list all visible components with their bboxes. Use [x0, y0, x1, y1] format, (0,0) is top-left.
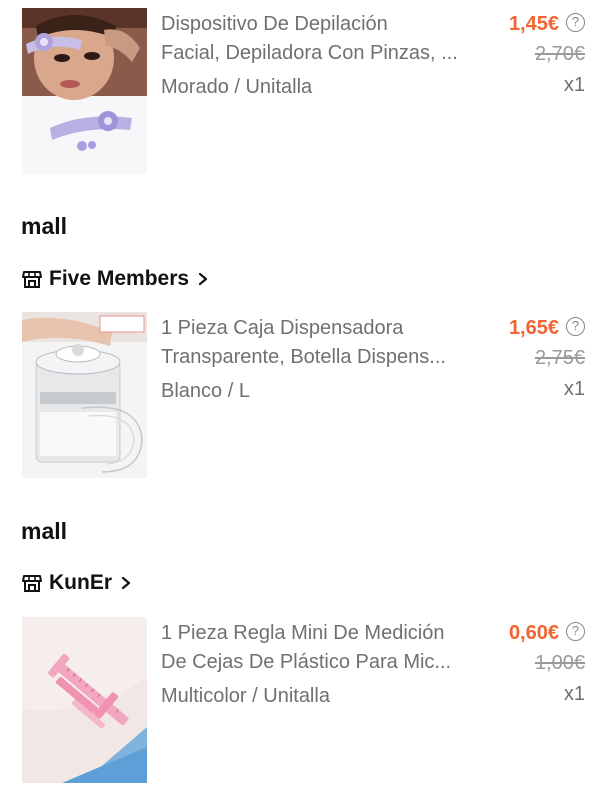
product-title-line: Facial, Depiladora Con Pinzas, ...	[161, 42, 458, 64]
product-variant: Multicolor / Unitalla	[161, 685, 330, 707]
product-quantity: x1	[563, 378, 585, 400]
product-image[interactable]	[22, 8, 147, 174]
section-label: mall	[21, 213, 68, 239]
product-title[interactable]: 1 Pieza Caja Dispensadora Transparente, …	[161, 314, 486, 372]
store-link[interactable]: Five Members	[22, 265, 208, 293]
product-item[interactable]: Dispositivo De Depilación Facial, Depila…	[0, 8, 607, 174]
product-variant: Morado / Unitalla	[161, 76, 313, 98]
product-title-line: 1 Pieza Caja Dispensadora	[161, 317, 404, 339]
product-title-line: 1 Pieza Regla Mini De Medición	[161, 622, 445, 644]
store-icon	[22, 271, 42, 288]
store-link[interactable]: KunEr	[22, 569, 131, 597]
product-original-price: 2,70€	[534, 43, 585, 65]
product-title-line: Dispositivo De Depilación	[161, 13, 388, 35]
product-price: 1,65€	[508, 317, 559, 339]
store-name: KunEr	[49, 571, 112, 594]
product-title-line: Transparente, Botella Dispens...	[161, 346, 446, 368]
product-title[interactable]: Dispositivo De Depilación Facial, Depila…	[161, 10, 486, 68]
facial-epilator-image	[22, 8, 147, 174]
chevron-right-icon	[121, 576, 131, 590]
product-quantity: x1	[563, 74, 585, 96]
product-item[interactable]: 1 Pieza Caja Dispensadora Transparente, …	[0, 312, 607, 478]
store-name: Five Members	[49, 267, 190, 290]
eyebrow-ruler-image	[22, 617, 147, 783]
price-help-icon[interactable]: ?	[566, 13, 585, 32]
product-price: 1,45€	[508, 13, 559, 35]
product-item[interactable]: 1 Pieza Regla Mini De Medición De Cejas …	[0, 617, 607, 783]
product-image[interactable]	[22, 312, 147, 478]
dispenser-box-image	[22, 312, 147, 478]
product-title[interactable]: 1 Pieza Regla Mini De Medición De Cejas …	[161, 619, 486, 677]
price-help-icon[interactable]: ?	[566, 317, 585, 336]
price-help-icon[interactable]: ?	[566, 622, 585, 641]
product-title-line: De Cejas De Plástico Para Mic...	[161, 651, 452, 673]
product-original-price: 1,00€	[534, 652, 585, 674]
product-image[interactable]	[22, 617, 147, 783]
product-variant: Blanco / L	[161, 380, 250, 402]
product-original-price: 2,75€	[534, 347, 585, 369]
order-items-page: Dispositivo De Depilación Facial, Depila…	[0, 0, 607, 800]
store-icon	[22, 575, 42, 592]
product-quantity: x1	[563, 683, 585, 705]
section-label: mall	[21, 518, 68, 544]
product-price: 0,60€	[508, 622, 559, 644]
chevron-right-icon	[198, 272, 208, 286]
